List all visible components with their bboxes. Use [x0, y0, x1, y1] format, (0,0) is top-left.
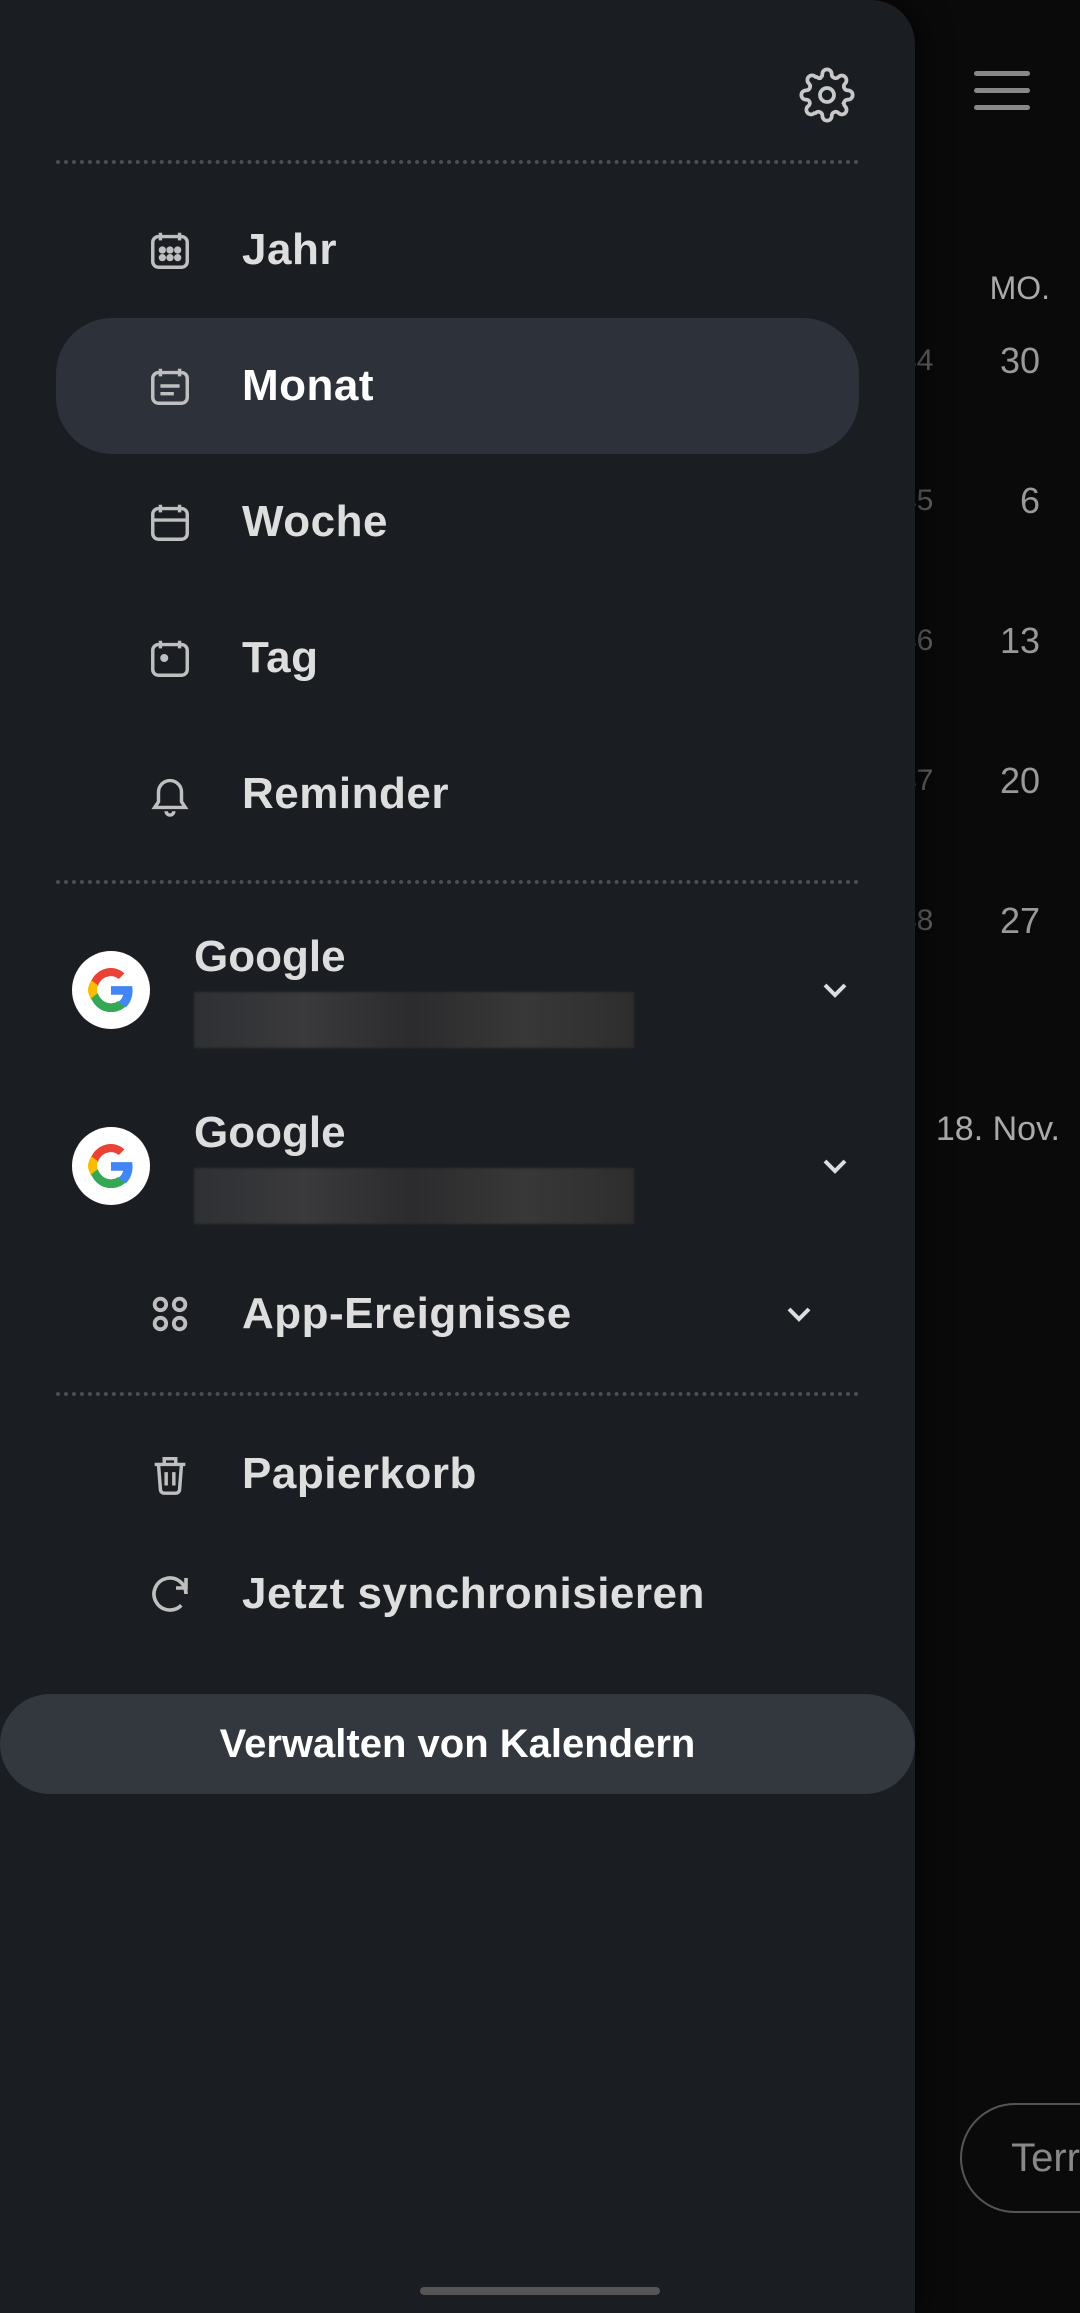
view-year-label: Jahr [242, 225, 819, 275]
view-day-label: Tag [242, 633, 819, 683]
view-month-label: Monat [242, 361, 819, 411]
calendar-week-icon [146, 499, 194, 545]
account-provider-label: Google [194, 1108, 771, 1158]
view-switcher-section: Jahr Monat Woche [0, 164, 915, 880]
manage-calendars-button[interactable]: Verwalten von Kalendern [0, 1694, 915, 1794]
trash-row[interactable]: Papierkorb [56, 1414, 859, 1534]
account-text: Google [194, 1108, 771, 1224]
account-email-redacted [194, 992, 634, 1048]
sync-now-label: Jetzt synchronisieren [242, 1569, 819, 1619]
navigation-drawer: Jahr Monat Woche [0, 0, 915, 2313]
google-account-icon [72, 1127, 150, 1205]
view-week-label: Woche [242, 497, 819, 547]
view-reminder-label: Reminder [242, 769, 819, 819]
account-row[interactable]: Google [0, 902, 915, 1078]
actions-section: Papierkorb Jetzt synchronisieren Verwalt… [0, 1396, 915, 1812]
view-month[interactable]: Monat [56, 318, 859, 454]
manage-calendars-label: Verwalten von Kalendern [220, 1722, 696, 1767]
drawer-header [0, 30, 915, 160]
trash-label: Papierkorb [242, 1449, 819, 1499]
settings-icon[interactable] [799, 67, 855, 123]
view-day[interactable]: Tag [56, 590, 859, 726]
home-indicator [420, 2287, 660, 2295]
account-text: Google [194, 932, 771, 1048]
accounts-section: Google Google [0, 884, 915, 1392]
view-reminder[interactable]: Reminder [56, 726, 859, 862]
account-provider-label: Google [194, 932, 771, 982]
view-year[interactable]: Jahr [56, 182, 859, 318]
chevron-down-icon[interactable] [815, 1146, 855, 1186]
sync-now-row[interactable]: Jetzt synchronisieren [56, 1534, 859, 1654]
apps-icon [146, 1291, 194, 1337]
account-row[interactable]: Google [0, 1078, 915, 1254]
weekday-label: MO. [990, 270, 1050, 307]
view-week[interactable]: Woche [56, 454, 859, 590]
sync-icon [146, 1570, 194, 1618]
app-events-row[interactable]: App-Ereignisse [56, 1254, 859, 1374]
visible-date-label: 18. Nov. [936, 1110, 1060, 1149]
calendar-year-icon [146, 227, 194, 273]
app-events-label: App-Ereignisse [242, 1289, 731, 1339]
account-email-redacted [194, 1168, 634, 1224]
partial-fab-label: Terr [1011, 2136, 1080, 2181]
hamburger-icon[interactable] [974, 71, 1030, 110]
calendar-month-icon [146, 363, 194, 409]
calendar-day-icon [146, 635, 194, 681]
chevron-down-icon[interactable] [779, 1294, 819, 1334]
partial-fab-button[interactable]: Terr [960, 2103, 1080, 2213]
google-account-icon [72, 951, 150, 1029]
trash-icon [146, 1451, 194, 1497]
chevron-down-icon[interactable] [815, 970, 855, 1010]
bell-icon [146, 771, 194, 817]
